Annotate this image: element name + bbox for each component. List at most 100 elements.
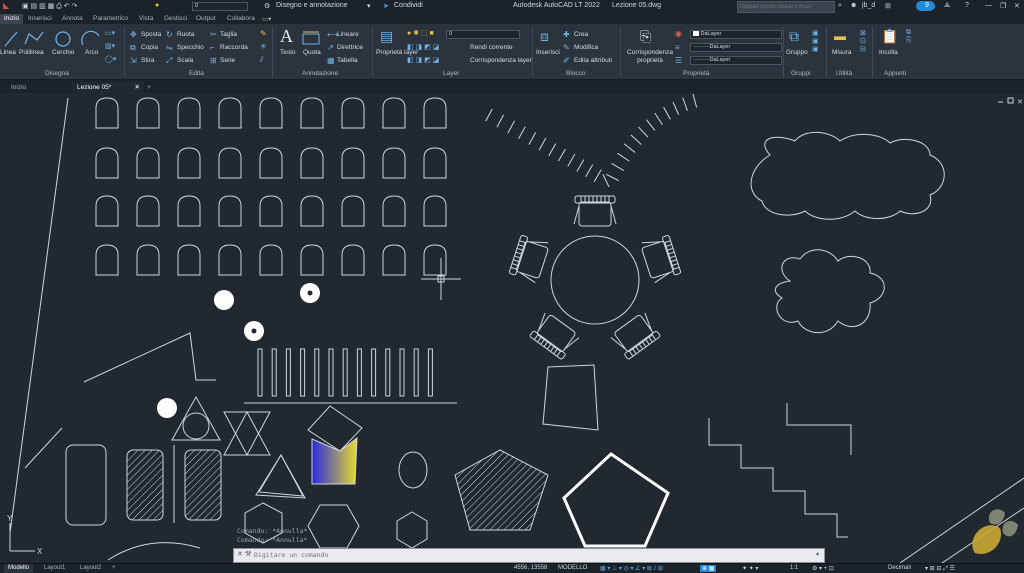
chair-set[interactable] xyxy=(508,195,682,360)
hatched-pentagon[interactable] xyxy=(454,449,549,531)
misura-button[interactable]: Misura xyxy=(832,49,852,56)
help-icon[interactable]: ? xyxy=(965,2,969,9)
ribbon-options-icon[interactable]: ▭▾ xyxy=(262,15,271,23)
close-icon[interactable]: ✕ xyxy=(237,550,243,558)
ellipse[interactable] xyxy=(398,451,428,489)
round-table[interactable] xyxy=(550,235,640,325)
thick-pentagon[interactable] xyxy=(562,452,670,548)
explode-icon[interactable]: ✳ xyxy=(260,42,267,51)
quick-access-icons[interactable]: ▣ ▤ ▥ ▦ ⎙ ↶ ↷ xyxy=(22,2,77,11)
curved-track[interactable] xyxy=(485,93,698,188)
match-layer-button[interactable]: Corrispondenza layer xyxy=(470,57,532,64)
command-line[interactable]: ✕ ⚒ ▴ xyxy=(233,548,825,563)
wrench-icon[interactable]: ⚒ xyxy=(245,550,251,558)
ellipse-icon[interactable]: ◯▾ xyxy=(105,55,116,63)
viewport-controls[interactable]: ✕ xyxy=(998,97,1023,106)
layer-state-icons[interactable]: ● ✺ ⬚ ■ xyxy=(407,29,434,37)
arc-fragment[interactable] xyxy=(107,542,201,561)
draw-tools-icons[interactable] xyxy=(3,28,113,48)
doc-tab-lezione05[interactable]: Lezione 05* ✕ xyxy=(72,82,144,93)
offset-icon[interactable]: ⫽ xyxy=(260,55,264,65)
small-hexagon[interactable] xyxy=(396,511,428,549)
inscribed-circle[interactable] xyxy=(182,412,210,440)
stira-button[interactable]: Stira xyxy=(141,57,154,64)
maximize-icon[interactable]: ❐ xyxy=(1000,2,1006,10)
triangle-inner[interactable] xyxy=(258,453,304,497)
group-utilita[interactable]: Utilità xyxy=(836,70,852,77)
snap-toggle-icons[interactable]: ⊕ ▦ xyxy=(700,565,717,572)
close-icon[interactable]: ✕ xyxy=(135,82,140,93)
chevron-up-icon[interactable]: ▴ xyxy=(816,550,819,557)
command-input[interactable] xyxy=(254,550,814,560)
specchio-button[interactable]: Specchio xyxy=(177,44,204,51)
copia-button[interactable]: Copia xyxy=(141,44,158,51)
group-annotazione[interactable]: Annotazione xyxy=(302,70,338,77)
cloud-shape[interactable] xyxy=(774,249,885,334)
linetype-icon[interactable]: ≡ xyxy=(675,43,680,52)
cerchio-button[interactable]: Cerchio xyxy=(52,49,74,56)
tabella-button[interactable]: Tabella xyxy=(337,57,358,64)
tab-inserisci[interactable]: Inserisci xyxy=(28,15,52,22)
group-appunti[interactable]: Appunti xyxy=(884,70,906,77)
layer-dropdown[interactable]: 0 xyxy=(446,30,520,39)
gear-icon[interactable]: ⚙ xyxy=(264,2,270,10)
short-line[interactable] xyxy=(24,427,63,469)
color-dropdown[interactable]: DaLayer xyxy=(690,30,782,39)
annotation-scale[interactable]: 1:1 xyxy=(790,565,798,571)
direttrice-button[interactable]: Direttrice xyxy=(337,44,363,51)
hatched-rounded-rectangle[interactable] xyxy=(126,449,164,521)
close-icon[interactable]: ✕ xyxy=(1014,2,1020,10)
hatched-rounded-rectangle[interactable] xyxy=(184,449,222,521)
tab-annota[interactable]: Annota xyxy=(62,15,83,22)
user-icon[interactable]: ☻ xyxy=(850,2,857,9)
user-name[interactable]: jb_d xyxy=(862,2,875,9)
hourglass-top[interactable] xyxy=(223,411,271,457)
hatch-icon[interactable]: ▨▾ xyxy=(105,42,115,50)
lineare-button[interactable]: Lineare xyxy=(337,31,359,38)
make-current-button[interactable]: Rendi corrente xyxy=(470,44,513,51)
tab-parametrico[interactable]: Parametrico xyxy=(93,15,128,22)
quick-layer-dropdown[interactable]: 0 xyxy=(192,2,248,11)
settings-gear-icon[interactable]: ⚙ ▾ + ⊡ xyxy=(812,565,834,572)
match-properties-button[interactable]: Corrispondenza proprietà xyxy=(626,49,674,65)
group-blocco[interactable]: Blocco xyxy=(566,70,586,77)
linea-button[interactable]: Linea xyxy=(0,49,16,56)
pencil-icon[interactable]: ✎ xyxy=(260,29,267,38)
polilinea-button[interactable]: Polilinea xyxy=(19,49,44,56)
color-wheel-icon[interactable]: ◉ xyxy=(675,29,682,38)
workspace-switcher[interactable]: Disegno e annotazione xyxy=(276,2,348,9)
clipboard-tools-icons[interactable]: ⧉ ⎘ xyxy=(906,29,912,45)
tab-gestisci[interactable]: Gestisci xyxy=(164,15,187,22)
scala-button[interactable]: Scala xyxy=(177,57,193,64)
layer-tools-icons[interactable]: ◧ ◨ ◩ ◪ xyxy=(407,43,439,51)
arch-window-grid[interactable] xyxy=(95,97,447,276)
layer-tools-icons-2[interactable]: ◧ ◨ ◩ ◪ xyxy=(407,56,439,64)
modifica-button[interactable]: Modifica xyxy=(574,44,598,51)
units-dropdown[interactable]: Decimali xyxy=(888,565,911,571)
arco-button[interactable]: Arco xyxy=(85,49,98,56)
gradient-fill-shape[interactable] xyxy=(311,436,358,485)
incolla-button[interactable]: Incolla xyxy=(879,49,898,56)
binoculars-icon[interactable]: ⌕ xyxy=(838,2,842,10)
share-button[interactable]: Condividi xyxy=(394,2,423,9)
tab-vista[interactable]: Vista xyxy=(139,15,153,22)
lightbulb-icon[interactable]: ● xyxy=(155,2,159,9)
share-icon[interactable]: ➤ xyxy=(383,2,389,10)
group-tools-icons[interactable]: ▣ ▣ ▣ xyxy=(812,29,819,53)
hourglass-bottom[interactable] xyxy=(223,410,271,456)
annotation-icons[interactable]: ✦ ✦ ▾ xyxy=(742,565,758,572)
testo-button[interactable]: Testo xyxy=(280,49,296,56)
drawing-canvas[interactable]: ✕ Y X xyxy=(0,93,1024,563)
group-edita[interactable]: Edita xyxy=(189,70,204,77)
rectangle-icon[interactable]: ▭▾ xyxy=(105,29,115,37)
hexagon[interactable] xyxy=(307,504,360,549)
crea-button[interactable]: Crea xyxy=(574,31,588,38)
polyline[interactable] xyxy=(83,332,216,383)
tab-inizio[interactable]: Inizio xyxy=(0,14,24,24)
cloud-shape[interactable] xyxy=(750,131,945,220)
minimize-icon[interactable]: — xyxy=(985,2,992,9)
tab-collabora[interactable]: Collabora xyxy=(227,15,255,22)
raccorda-button[interactable]: Raccorda xyxy=(220,44,248,51)
taglia-button[interactable]: Taglia xyxy=(220,31,237,38)
doc-tab-inizio[interactable]: Inizio xyxy=(6,82,31,93)
